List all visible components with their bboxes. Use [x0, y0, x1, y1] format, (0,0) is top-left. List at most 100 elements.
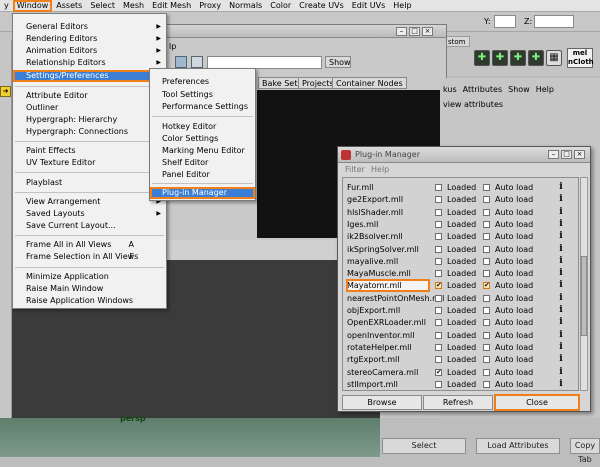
browse-button[interactable]: Browse: [342, 395, 422, 410]
autoload-checkbox[interactable]: [483, 245, 490, 253]
editor-help-menu[interactable]: lp: [169, 42, 176, 51]
menu-item-paint-effects[interactable]: Paint Effects: [13, 145, 166, 157]
loaded-checkbox[interactable]: ✔: [435, 368, 442, 376]
submenu-item-plugin-manager[interactable]: Plug-in Manager: [150, 187, 255, 199]
plugin-info-icon[interactable]: i: [557, 256, 565, 267]
plugin-info-icon[interactable]: i: [557, 293, 565, 304]
grid-icon[interactable]: [175, 56, 187, 68]
menu-focus[interactable]: kus: [440, 84, 460, 96]
plugin-info-icon[interactable]: i: [557, 268, 565, 279]
plugin-info-icon[interactable]: i: [557, 305, 565, 316]
maximize-icon[interactable]: □: [409, 27, 420, 36]
plugin-info-icon[interactable]: i: [557, 207, 565, 218]
autoload-checkbox[interactable]: [483, 343, 490, 351]
minimize-icon[interactable]: –: [548, 150, 559, 159]
menu-window[interactable]: Window: [12, 0, 53, 12]
autoload-checkbox[interactable]: [483, 257, 490, 265]
menu-show[interactable]: Show: [505, 84, 533, 96]
arrow-tool-icon[interactable]: ➜: [0, 86, 11, 97]
plugin-info-icon[interactable]: i: [557, 330, 565, 341]
loaded-checkbox[interactable]: [435, 307, 442, 314]
menu-item-view-arrangement[interactable]: View Arrangement ▶: [13, 196, 166, 208]
menu-item-hypergraph-connections[interactable]: Hypergraph: Connections: [13, 126, 166, 138]
close-button[interactable]: Close: [494, 394, 580, 411]
autoload-checkbox[interactable]: [483, 368, 490, 376]
menu-item-relationship-editors[interactable]: Relationship Editors ▶: [13, 57, 166, 69]
autoload-checkbox[interactable]: [483, 356, 490, 364]
submenu-item-shelf-editor[interactable]: Shelf Editor: [150, 157, 255, 169]
loaded-checkbox[interactable]: [435, 257, 442, 265]
menu-item-outliner[interactable]: Outliner: [13, 102, 166, 114]
plugin-info-icon[interactable]: i: [557, 219, 565, 230]
menu-filter[interactable]: Filter: [345, 164, 365, 176]
autoload-checkbox[interactable]: [483, 294, 490, 302]
loaded-checkbox[interactable]: [435, 294, 442, 302]
menu-pm-help[interactable]: Help: [371, 164, 389, 176]
autoload-checkbox[interactable]: [483, 233, 490, 241]
menu-item-saved-layouts[interactable]: Saved Layouts ▶: [13, 208, 166, 220]
scrollbar-thumb[interactable]: [581, 256, 587, 336]
menu-item-hypergraph-hierarchy[interactable]: Hypergraph: Hierarchy: [13, 114, 166, 126]
menu-color[interactable]: Color: [266, 0, 295, 12]
submenu-item-preferences[interactable]: Preferences: [150, 76, 255, 88]
plugin-info-icon[interactable]: i: [557, 182, 565, 193]
loaded-checkbox[interactable]: [435, 196, 442, 204]
menu-edit-mesh[interactable]: Edit Mesh: [148, 0, 195, 12]
autoload-checkbox[interactable]: [483, 319, 490, 327]
menu-proxy[interactable]: Proxy: [195, 0, 225, 12]
plugin-info-icon[interactable]: i: [557, 379, 565, 390]
menu-item-raise-application-windows[interactable]: Raise Application Windows: [13, 295, 166, 307]
menu-item-playblast[interactable]: Playblast: [13, 177, 166, 189]
shelf-tab-custom[interactable]: stom: [444, 36, 470, 47]
loaded-checkbox[interactable]: [435, 208, 442, 216]
autoload-checkbox[interactable]: [483, 220, 490, 228]
z-field[interactable]: [534, 15, 574, 28]
submenu-item-panel-editor[interactable]: Panel Editor: [150, 169, 255, 181]
loaded-checkbox[interactable]: [435, 343, 442, 351]
loaded-checkbox[interactable]: [435, 356, 442, 364]
plugin-info-icon[interactable]: i: [557, 342, 565, 353]
show-button[interactable]: Show: [325, 56, 351, 68]
tab-container-nodes[interactable]: Container Nodes: [332, 77, 407, 89]
menu-item-minimize-application[interactable]: Minimize Application: [13, 271, 166, 283]
plugin-info-icon[interactable]: i: [557, 317, 565, 328]
submenu-item-performance-settings[interactable]: Performance Settings: [150, 101, 255, 113]
shelf-grid-icon[interactable]: ▦: [546, 50, 562, 66]
menu-item-rendering-editors[interactable]: Rendering Editors ▶: [13, 33, 166, 45]
menu-assets[interactable]: Assets: [52, 0, 86, 12]
loaded-checkbox[interactable]: [435, 331, 442, 339]
autoload-checkbox[interactable]: [483, 196, 490, 204]
loaded-checkbox[interactable]: [435, 233, 442, 241]
plugin-info-icon[interactable]: i: [557, 244, 565, 255]
menu-item-attribute-editor[interactable]: Attribute Editor: [13, 90, 166, 102]
submenu-item-color-settings[interactable]: Color Settings: [150, 133, 255, 145]
menu-prev[interactable]: y: [0, 0, 13, 12]
autoload-checkbox[interactable]: [483, 307, 490, 314]
autoload-checkbox[interactable]: [483, 208, 490, 216]
autoload-checkbox[interactable]: ✔: [483, 282, 490, 290]
loaded-checkbox[interactable]: ✔: [435, 282, 442, 290]
shelf-tool-icon[interactable]: ✚: [474, 50, 490, 66]
menu-item-animation-editors[interactable]: Animation Editors ▶: [13, 45, 166, 57]
select-button[interactable]: Select: [382, 438, 466, 454]
menu-attr-help[interactable]: Help: [533, 84, 557, 96]
shelf-tool-icon[interactable]: ✚: [510, 50, 526, 66]
autoload-checkbox[interactable]: [483, 331, 490, 339]
close-icon[interactable]: ×: [422, 27, 433, 36]
menu-item-save-current-layout[interactable]: Save Current Layout...: [13, 220, 166, 232]
plugin-list-scrollbar[interactable]: [580, 177, 588, 391]
plugin-info-icon[interactable]: i: [557, 354, 565, 365]
plugin-info-icon[interactable]: i: [557, 280, 565, 291]
load-attributes-button[interactable]: Load Attributes: [476, 438, 560, 454]
menu-item-raise-main-window[interactable]: Raise Main Window: [13, 283, 166, 295]
menu-item-uv-texture-editor[interactable]: UV Texture Editor: [13, 157, 166, 169]
submenu-item-marking-menu-editor[interactable]: Marking Menu Editor: [150, 145, 255, 157]
autoload-checkbox[interactable]: [483, 380, 490, 388]
plugin-info-icon[interactable]: i: [557, 231, 565, 242]
submenu-item-tool-settings[interactable]: Tool Settings: [150, 89, 255, 101]
menu-mesh[interactable]: Mesh: [119, 0, 148, 12]
minimize-icon[interactable]: –: [396, 27, 407, 36]
refresh-button[interactable]: Refresh: [423, 395, 493, 410]
loaded-checkbox[interactable]: [435, 220, 442, 228]
copy-tab-button[interactable]: Copy Tab: [570, 438, 600, 464]
